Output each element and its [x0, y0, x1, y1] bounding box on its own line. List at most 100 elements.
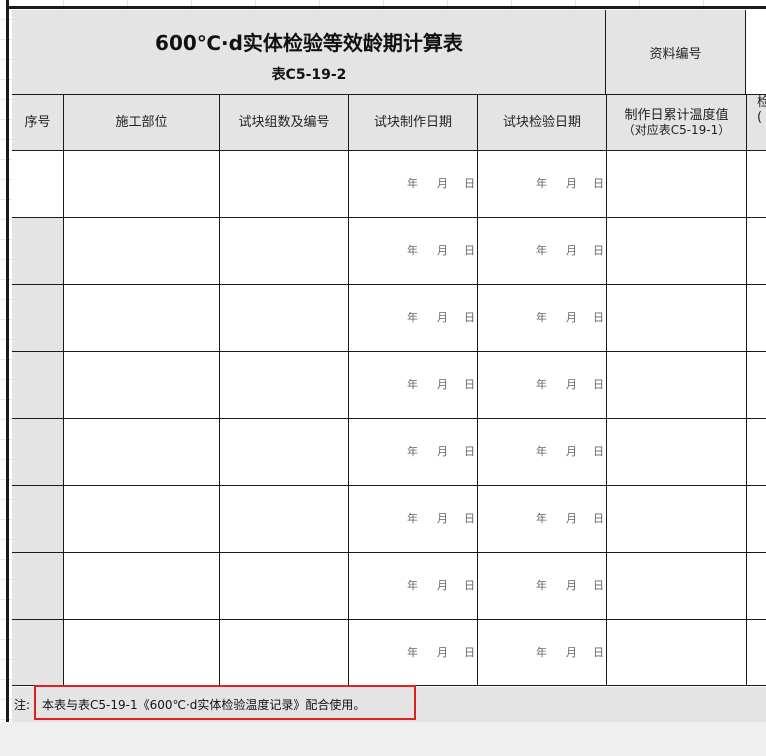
row-2-test-cell[interactable]: 年月日 — [478, 218, 607, 285]
date-day-label: 日 — [464, 579, 475, 592]
row-6-seq-cell[interactable] — [12, 486, 64, 553]
date-day-label: 日 — [464, 177, 475, 190]
row-8-group-cell[interactable] — [220, 620, 349, 686]
row-3-location-cell[interactable] — [64, 285, 220, 352]
row-4-group-cell[interactable] — [220, 352, 349, 419]
row-5-partial-cell[interactable] — [747, 419, 766, 486]
row-6-make-cell[interactable]: 年月日 — [349, 486, 478, 553]
row-5-test-cell[interactable]: 年月日 — [478, 419, 607, 486]
header-partial-line2: ( — [757, 110, 763, 125]
row-4-seq-cell[interactable] — [12, 352, 64, 419]
row-3-partial-cell[interactable] — [747, 285, 766, 352]
date-year-label: 年 — [407, 378, 418, 391]
row-3-group-cell[interactable] — [220, 285, 349, 352]
row-8-partial-cell[interactable] — [747, 620, 766, 686]
header-cumulative[interactable]: 制作日累计温度值 （对应表C5-19-1） — [607, 95, 747, 151]
left-border — [6, 0, 9, 722]
date-day-label: 日 — [593, 311, 604, 324]
title-cell[interactable]: 600℃·d实体检验等效龄期计算表 表C5-19-2 — [12, 10, 606, 95]
date-month-label: 月 — [566, 244, 577, 257]
row-3-seq-cell[interactable] — [12, 285, 64, 352]
date-month-label: 月 — [437, 378, 448, 391]
row-6-test-cell[interactable]: 年月日 — [478, 486, 607, 553]
date-year-label: 年 — [407, 177, 418, 190]
row-7-seq-cell[interactable] — [12, 553, 64, 620]
row-1-seq-cell[interactable] — [12, 151, 64, 218]
row-4-location-cell[interactable] — [64, 352, 220, 419]
row-6-location-cell[interactable] — [64, 486, 220, 553]
date-day-label: 日 — [593, 645, 604, 659]
row-7-location-cell[interactable] — [64, 553, 220, 620]
row-1-location-cell[interactable] — [64, 151, 220, 218]
form-title: 600℃·d实体检验等效龄期计算表 — [155, 31, 463, 55]
row-2-cum-cell[interactable] — [607, 218, 747, 285]
date-year-label: 年 — [407, 512, 418, 525]
row-7-group-cell[interactable] — [220, 553, 349, 620]
row-5-location-cell[interactable] — [64, 419, 220, 486]
row-6-partial-cell[interactable] — [747, 486, 766, 553]
header-partial-line1: 检 — [757, 95, 766, 110]
date-day-label: 日 — [464, 512, 475, 525]
row-5-make-cell[interactable]: 年月日 — [349, 419, 478, 486]
date-day-label: 日 — [593, 512, 604, 525]
row-7-test-cell[interactable]: 年月日 — [478, 553, 607, 620]
date-year-label: 年 — [407, 445, 418, 458]
date-year-label: 年 — [536, 311, 547, 324]
row-6-group-cell[interactable] — [220, 486, 349, 553]
row-8-make-cell[interactable]: 年月日 — [349, 620, 478, 686]
row-8-seq-cell[interactable] — [12, 620, 64, 686]
date-year-label: 年 — [407, 311, 418, 324]
row-7-cum-cell[interactable] — [607, 553, 747, 620]
row-2-location-cell[interactable] — [64, 218, 220, 285]
row-5-cum-cell[interactable] — [607, 419, 747, 486]
row-3-make-cell[interactable]: 年月日 — [349, 285, 478, 352]
header-group[interactable]: 试块组数及编号 — [220, 95, 349, 151]
date-day-label: 日 — [593, 177, 604, 190]
row-6-cum-cell[interactable] — [607, 486, 747, 553]
date-month-label: 月 — [437, 645, 448, 659]
document-number-label[interactable]: 资料编号 — [606, 10, 746, 95]
date-month-label: 月 — [566, 311, 577, 324]
row-5-group-cell[interactable] — [220, 419, 349, 486]
row-4-make-cell[interactable]: 年月日 — [349, 352, 478, 419]
row-2-group-cell[interactable] — [220, 218, 349, 285]
date-year-label: 年 — [407, 244, 418, 257]
row-1-group-cell[interactable] — [220, 151, 349, 218]
row-8-test-cell[interactable]: 年月日 — [478, 620, 607, 686]
row-4-partial-cell[interactable] — [747, 352, 766, 419]
header-location[interactable]: 施工部位 — [64, 95, 220, 151]
row-4-test-cell[interactable]: 年月日 — [478, 352, 607, 419]
document-number-value[interactable] — [746, 10, 766, 95]
header-test-date[interactable]: 试块检验日期 — [478, 95, 607, 151]
row-5-seq-cell[interactable] — [12, 419, 64, 486]
row-3-cum-cell[interactable] — [607, 285, 747, 352]
row-2-partial-cell[interactable] — [747, 218, 766, 285]
date-month-label: 月 — [437, 579, 448, 592]
form-number: 表C5-19-2 — [271, 67, 347, 83]
row-3-test-cell[interactable]: 年月日 — [478, 285, 607, 352]
row-2-seq-cell[interactable] — [12, 218, 64, 285]
date-year-label: 年 — [536, 645, 547, 659]
date-year-label: 年 — [407, 579, 418, 592]
row-4-cum-cell[interactable] — [607, 352, 747, 419]
row-1-partial-cell[interactable] — [747, 151, 766, 218]
date-year-label: 年 — [536, 244, 547, 257]
header-cumulative-line1: 制作日累计温度值 — [624, 107, 729, 123]
header-partial[interactable]: 检 ( — [747, 95, 766, 151]
row-1-cum-cell[interactable] — [607, 151, 747, 218]
row-1-test-cell[interactable]: 年月日 — [478, 151, 607, 218]
date-day-label: 日 — [593, 244, 604, 257]
row-1-make-cell[interactable]: 年月日 — [349, 151, 478, 218]
header-make-date[interactable]: 试块制作日期 — [349, 95, 478, 151]
date-year-label: 年 — [536, 445, 547, 458]
date-year-label: 年 — [536, 579, 547, 592]
row-8-cum-cell[interactable] — [607, 620, 747, 686]
date-month-label: 月 — [566, 378, 577, 391]
row-2-make-cell[interactable]: 年月日 — [349, 218, 478, 285]
date-day-label: 日 — [593, 378, 604, 391]
row-7-make-cell[interactable]: 年月日 — [349, 553, 478, 620]
row-7-partial-cell[interactable] — [747, 553, 766, 620]
row-8-location-cell[interactable] — [64, 620, 220, 686]
header-seq[interactable]: 序号 — [12, 95, 64, 151]
header-cumulative-line2: （对应表C5-19-1） — [622, 122, 731, 137]
